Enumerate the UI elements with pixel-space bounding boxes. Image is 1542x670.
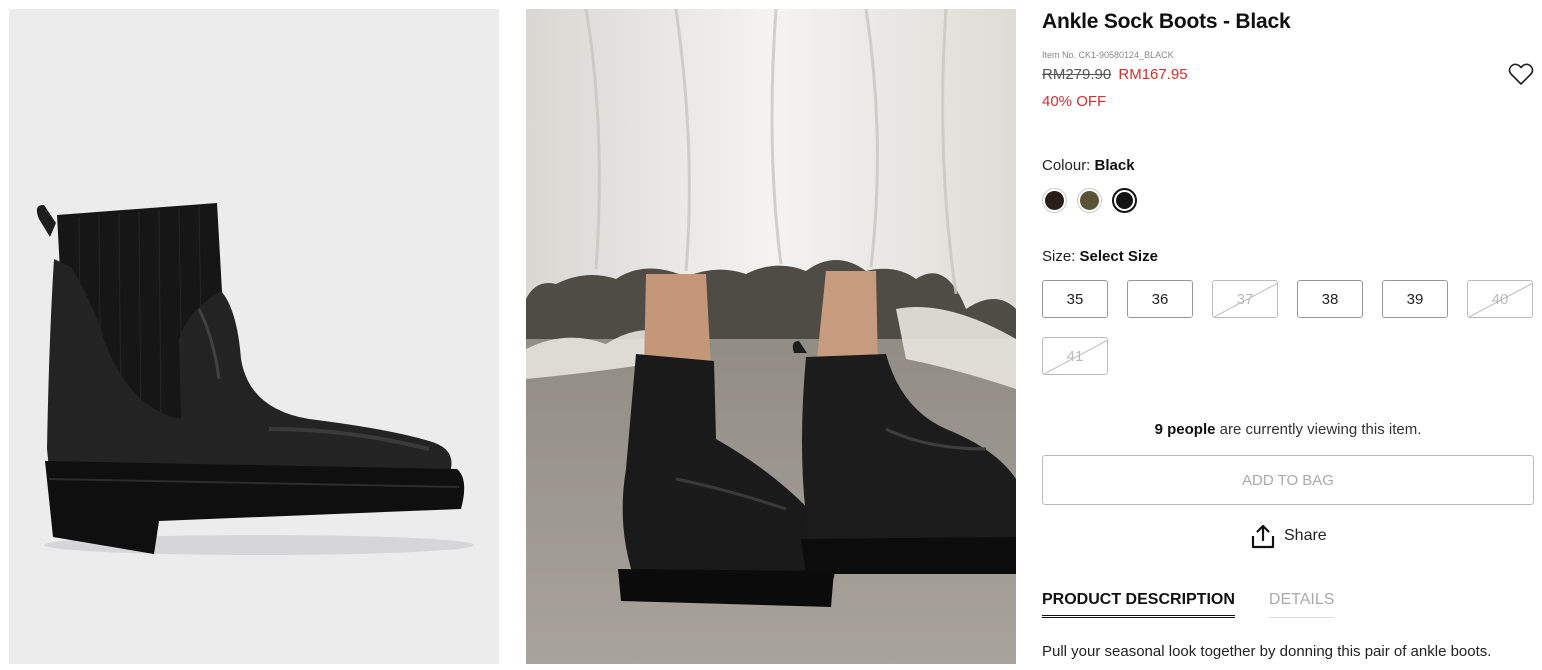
share-label: Share [1284,527,1327,544]
swatch-dot [1116,192,1133,209]
swatch-dot [1045,191,1064,210]
swatch-dark-brown[interactable] [1042,188,1067,213]
swatch-dot [1080,191,1099,210]
product-image-lifestyle[interactable] [526,9,1016,664]
size-option-35[interactable]: 35 [1042,280,1108,318]
discount-badge: 40% OFF [1042,93,1107,110]
size-option-38[interactable]: 38 [1297,280,1363,318]
swatch-olive[interactable] [1077,188,1102,213]
sale-price: RM167.95 [1118,66,1188,83]
tab-details[interactable]: DETAILS [1268,591,1335,618]
share-button[interactable]: Share [1250,523,1327,549]
size-option-40-unavailable: 40 [1467,280,1533,318]
size-option-37-unavailable: 37 [1212,280,1278,318]
info-tabs: PRODUCT DESCRIPTION DETAILS [1042,591,1335,618]
size-options: 35 36 37 38 39 40 41 [1042,280,1534,375]
product-info-panel: Ankle Sock Boots - Black Item No. CK1-90… [1042,0,1534,670]
viewer-count: 9 people [1154,421,1216,438]
price-block: RM279.90 RM167.95 [1042,66,1188,83]
boot-studio-illustration [9,9,499,664]
product-image-main[interactable] [9,9,499,664]
tab-product-description[interactable]: PRODUCT DESCRIPTION [1042,591,1235,618]
item-number: Item No. CK1-90580124_BLACK [1042,50,1174,60]
selected-size: Select Size [1079,248,1158,265]
colour-swatches [1042,188,1137,213]
wishlist-button[interactable] [1508,62,1534,86]
viewers-notice: 9 people are currently viewing this item… [1042,421,1534,438]
size-option-36[interactable]: 36 [1127,280,1193,318]
lifestyle-illustration [526,9,1016,664]
size-label-text: Size: [1042,248,1076,265]
product-description-text: Pull your seasonal look together by donn… [1042,643,1492,660]
add-to-bag-button[interactable]: ADD TO BAG [1042,455,1534,505]
colour-label: Colour: Black [1042,157,1135,174]
size-option-41-unavailable: 41 [1042,337,1108,375]
original-price: RM279.90 [1042,66,1112,83]
heart-outline-icon [1508,63,1534,85]
share-upload-icon [1251,524,1275,549]
size-label: Size: Select Size [1042,248,1158,265]
product-title: Ankle Sock Boots - Black [1042,10,1291,33]
selected-colour: Black [1094,157,1135,174]
size-option-39[interactable]: 39 [1382,280,1448,318]
swatch-black[interactable] [1112,188,1137,213]
viewer-text: are currently viewing this item. [1215,421,1422,438]
colour-label-text: Colour: [1042,157,1091,174]
